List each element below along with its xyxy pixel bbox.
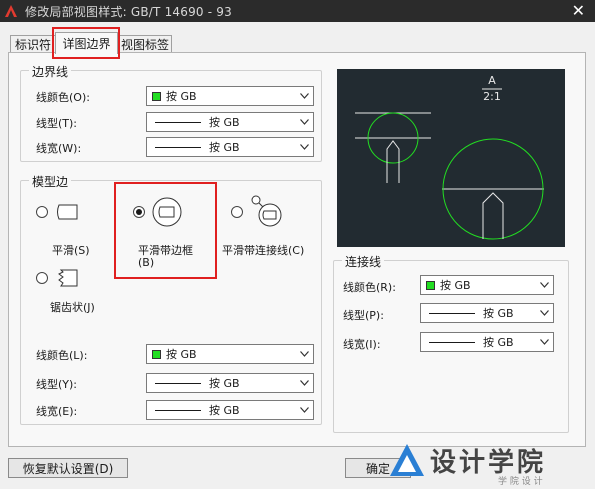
chevron-down-icon xyxy=(299,404,309,416)
model-edge-linetype-combo[interactable]: 按 GB xyxy=(146,373,314,393)
preview-view-letter: A xyxy=(488,74,496,87)
model-edge-color-label: 线颜色(L): xyxy=(36,349,88,362)
line-sample xyxy=(429,312,475,314)
connection-linetype-combo[interactable]: 按 GB xyxy=(420,303,554,323)
combo-value: 按 GB xyxy=(483,307,514,320)
window-title: 修改局部视图样式: GB/T 14690 - 93 xyxy=(25,4,232,19)
group-title: 连接线 xyxy=(342,253,385,270)
option-label-smooth-border-key: (B) xyxy=(138,256,155,269)
connection-color-combo[interactable]: 按 GB xyxy=(420,275,554,295)
color-swatch xyxy=(152,349,161,359)
model-edge-lineweight-label: 线宽(E): xyxy=(36,405,78,418)
model-edge-linetype-label: 线型(Y): xyxy=(36,378,78,391)
tab-identifier[interactable]: 标识符 xyxy=(10,35,56,53)
tab-view-label[interactable]: 视图标签 xyxy=(118,35,172,53)
boundary-color-combo[interactable]: 按 GB xyxy=(146,86,314,106)
option-label-smooth-connection: 平滑带连接线(C) xyxy=(222,244,305,257)
smooth-edge-icon xyxy=(57,204,78,220)
combo-value: 按 GB xyxy=(166,90,197,103)
combo-value: 按 GB xyxy=(209,141,240,154)
watermark: 设计学院 学 院 设 计 xyxy=(388,438,588,487)
boundary-lineweight-combo[interactable]: 按 GB xyxy=(146,137,314,157)
connection-lineweight-label: 线宽(I): xyxy=(343,338,381,351)
chevron-down-icon xyxy=(539,307,549,319)
smooth-border-icon xyxy=(152,197,182,227)
jagged-edge-icon xyxy=(58,269,78,287)
chevron-down-icon xyxy=(299,116,309,128)
radio-jagged[interactable] xyxy=(36,272,48,284)
smooth-connection-icon xyxy=(251,195,282,227)
radio-smooth[interactable] xyxy=(36,206,48,218)
model-edge-lineweight-combo[interactable]: 按 GB xyxy=(146,400,314,420)
combo-value: 按 GB xyxy=(209,404,240,417)
tab-label: 详图边界 xyxy=(62,37,111,51)
option-label-jagged: 锯齿状(J) xyxy=(50,301,95,314)
combo-value: 按 GB xyxy=(483,336,514,349)
combo-value: 按 GB xyxy=(209,116,240,129)
option-label-smooth: 平滑(S) xyxy=(52,244,90,257)
chevron-down-icon xyxy=(299,141,309,153)
line-sample xyxy=(155,146,201,148)
detail-view-preview: A 2:1 xyxy=(337,69,565,247)
combo-value: 按 GB xyxy=(166,348,197,361)
boundary-color-label: 线颜色(O): xyxy=(36,91,90,104)
combo-value: 按 GB xyxy=(440,279,471,292)
connection-lineweight-combo[interactable]: 按 GB xyxy=(420,332,554,352)
chevron-down-icon xyxy=(299,348,309,360)
close-icon[interactable]: ✕ xyxy=(572,2,585,20)
preview-view-scale: 2:1 xyxy=(483,90,501,103)
chevron-down-icon xyxy=(299,377,309,389)
button-label: 确定 xyxy=(365,461,390,476)
watermark-logo-icon xyxy=(390,444,424,476)
boundary-linetype-label: 线型(T): xyxy=(36,117,78,130)
connection-linetype-label: 线型(P): xyxy=(343,309,384,322)
watermark-subtext: 学 院 设 计 xyxy=(498,477,543,487)
boundary-linetype-combo[interactable]: 按 GB xyxy=(146,112,314,132)
line-sample xyxy=(155,121,201,123)
radio-smooth-with-connection[interactable] xyxy=(231,206,243,218)
group-title: 模型边 xyxy=(29,173,72,190)
combo-value: 按 GB xyxy=(209,377,240,390)
model-edge-color-combo[interactable]: 按 GB xyxy=(146,344,314,364)
reset-defaults-button[interactable]: 恢复默认设置(D) xyxy=(8,458,128,478)
line-sample xyxy=(155,382,201,384)
line-sample xyxy=(155,409,201,411)
connection-color-label: 线颜色(R): xyxy=(343,281,396,294)
button-label: 恢复默认设置(D) xyxy=(22,461,114,476)
tab-label: 标识符 xyxy=(14,38,51,52)
autocad-logo-icon xyxy=(3,3,19,19)
color-swatch xyxy=(152,91,161,101)
chevron-down-icon xyxy=(539,279,549,291)
tab-detail-boundary[interactable]: 详图边界 xyxy=(55,32,118,54)
line-sample xyxy=(429,341,475,343)
chevron-down-icon xyxy=(299,90,309,102)
group-title: 边界线 xyxy=(29,63,72,80)
boundary-lineweight-label: 线宽(W): xyxy=(36,142,82,155)
chevron-down-icon xyxy=(539,336,549,348)
title-bar: 修改局部视图样式: GB/T 14690 - 93 ✕ xyxy=(0,0,595,22)
radio-smooth-with-border[interactable] xyxy=(133,206,145,218)
tab-label: 视图标签 xyxy=(120,38,169,52)
color-swatch xyxy=(426,280,435,290)
